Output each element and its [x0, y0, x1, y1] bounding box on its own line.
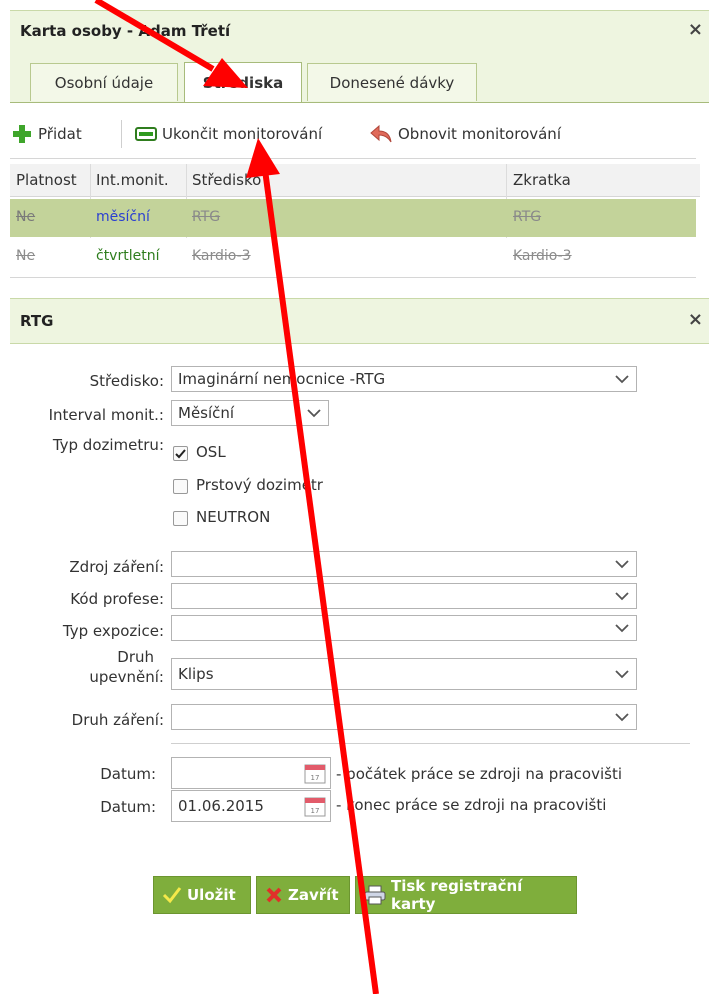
- datum-od-hint: - počátek práce se zdroji na pracovišti: [336, 765, 623, 783]
- table-row[interactable]: Ne měsíční RTG RTG: [10, 199, 696, 237]
- datum-do-value: 01.06.2015: [178, 797, 264, 815]
- cell-stredisko: Kardio-3: [192, 248, 251, 264]
- interval-value: Měsíční: [178, 404, 235, 422]
- annotation-arrow-to-toolbar: [262, 169, 379, 994]
- upevneni-value: Klips: [178, 665, 214, 683]
- calendar-icon[interactable]: 17: [304, 762, 326, 788]
- upevneni-select[interactable]: Klips: [171, 658, 637, 690]
- grid-header: Platnost Int.monit. Středisko Zkratka: [10, 164, 700, 197]
- chevron-down-icon[interactable]: [608, 552, 636, 576]
- restore-monitoring-button[interactable]: Obnovit monitorování: [370, 120, 561, 148]
- chevron-down-icon[interactable]: [608, 367, 636, 391]
- cross-icon: [265, 886, 283, 904]
- detail-header: RTG ×: [10, 298, 709, 344]
- add-label: Přidat: [38, 125, 82, 143]
- tab-strediska[interactable]: Střediska: [184, 62, 302, 102]
- plus-icon: [12, 124, 32, 144]
- datum-do-hint: - konec práce se zdroji na pracovišti: [336, 796, 607, 814]
- zareni-select[interactable]: [171, 704, 637, 730]
- profese-label: Kód profese:: [70, 590, 164, 608]
- table-row[interactable]: Ne čtvrtletní Kardio-3 Kardio-3: [10, 238, 696, 276]
- expozice-select[interactable]: [171, 615, 637, 641]
- print-label: Tisk registrační karty: [391, 877, 523, 913]
- cell-platnost: Ne: [16, 248, 36, 264]
- close-button[interactable]: Zavřít: [256, 876, 350, 914]
- expozice-label: Typ expozice:: [62, 622, 164, 640]
- profese-select[interactable]: [171, 583, 637, 609]
- datum-do-label: Datum:: [100, 798, 156, 816]
- annotation-arrows: [94, 0, 379, 994]
- close-icon[interactable]: ×: [688, 309, 703, 330]
- prstovy-dozimetr-label: Prstový dozimetr: [196, 476, 323, 494]
- checkmark-icon: [162, 886, 182, 904]
- tab-label: Střediska: [202, 73, 284, 92]
- printer-icon: [364, 885, 386, 905]
- stredisko-select[interactable]: Imaginární nemocnice -RTG: [171, 366, 637, 392]
- neutron-label: NEUTRON: [196, 508, 271, 526]
- svg-text:17: 17: [311, 774, 320, 782]
- zdroj-select[interactable]: [171, 551, 637, 577]
- upevneni-label-line1: Druh: [117, 648, 154, 666]
- section-divider: [171, 743, 690, 744]
- add-button[interactable]: Přidat: [12, 120, 82, 148]
- cell-platnost: Ne: [16, 209, 36, 225]
- interval-label: Interval monit.:: [48, 406, 164, 424]
- chevron-down-icon[interactable]: [608, 705, 636, 729]
- save-label: Uložit: [187, 886, 236, 904]
- tab-label: Osobní údaje: [54, 73, 154, 92]
- check-icon: [175, 449, 186, 459]
- osl-checkbox[interactable]: [173, 446, 188, 461]
- zdroj-label: Zdroj záření:: [69, 558, 164, 576]
- datum-od-input[interactable]: 17: [171, 757, 331, 789]
- column-header-interval[interactable]: Int.monit.: [96, 171, 169, 189]
- neutron-checkbox[interactable]: [173, 511, 188, 526]
- column-header-platnost[interactable]: Platnost: [16, 171, 77, 189]
- tab-label: Donesené dávky: [329, 73, 455, 92]
- cell-zkratka: RTG: [513, 209, 542, 225]
- column-header-zkratka[interactable]: Zkratka: [513, 171, 571, 189]
- stredisko-label: Středisko:: [89, 372, 164, 390]
- svg-text:17: 17: [311, 807, 320, 815]
- toolbar-divider: [121, 120, 122, 148]
- window-title: Karta osoby - Adam Třetí: [20, 22, 231, 40]
- restore-label: Obnovit monitorování: [398, 125, 561, 143]
- stop-monitoring-button[interactable]: Ukončit monitorování: [135, 120, 322, 148]
- chevron-down-icon[interactable]: [608, 616, 636, 640]
- undo-icon: [370, 124, 392, 144]
- cell-interval: čtvrtletní: [96, 248, 160, 264]
- stredisko-value: Imaginární nemocnice -RTG: [178, 370, 386, 388]
- interval-select[interactable]: Měsíční: [171, 400, 329, 426]
- save-button[interactable]: Uložit: [153, 876, 251, 914]
- upevneni-label-line2: upevnění:: [89, 668, 164, 686]
- tab-donesene-davky[interactable]: Donesené dávky: [307, 63, 477, 101]
- close-label: Zavřít: [288, 886, 339, 904]
- stop-icon: [135, 127, 157, 141]
- datum-od-label: Datum:: [100, 765, 156, 783]
- cell-interval: měsíční: [96, 209, 150, 225]
- datum-do-input[interactable]: 01.06.2015 17: [171, 790, 331, 822]
- stop-label: Ukončit monitorování: [162, 125, 323, 143]
- chevron-down-icon[interactable]: [608, 659, 636, 689]
- tab-osobni-udaje[interactable]: Osobní údaje: [30, 63, 178, 101]
- prstovy-dozimetr-checkbox[interactable]: [173, 479, 188, 494]
- detail-title: RTG: [20, 312, 54, 330]
- cell-zkratka: Kardio-3: [513, 248, 572, 264]
- chevron-down-icon[interactable]: [608, 584, 636, 608]
- window-header: Karta osoby - Adam Třetí ×: [10, 10, 709, 54]
- print-registration-card-button[interactable]: Tisk registrační karty: [355, 876, 577, 914]
- column-header-stredisko[interactable]: Středisko: [192, 171, 261, 189]
- cell-stredisko: RTG: [192, 209, 221, 225]
- dozimetr-label: Typ dozimetru:: [52, 436, 164, 454]
- osl-label: OSL: [196, 443, 226, 461]
- chevron-down-icon[interactable]: [300, 401, 328, 425]
- calendar-icon[interactable]: 17: [304, 795, 326, 821]
- zareni-label: Druh záření:: [71, 711, 164, 729]
- close-icon[interactable]: ×: [688, 19, 703, 40]
